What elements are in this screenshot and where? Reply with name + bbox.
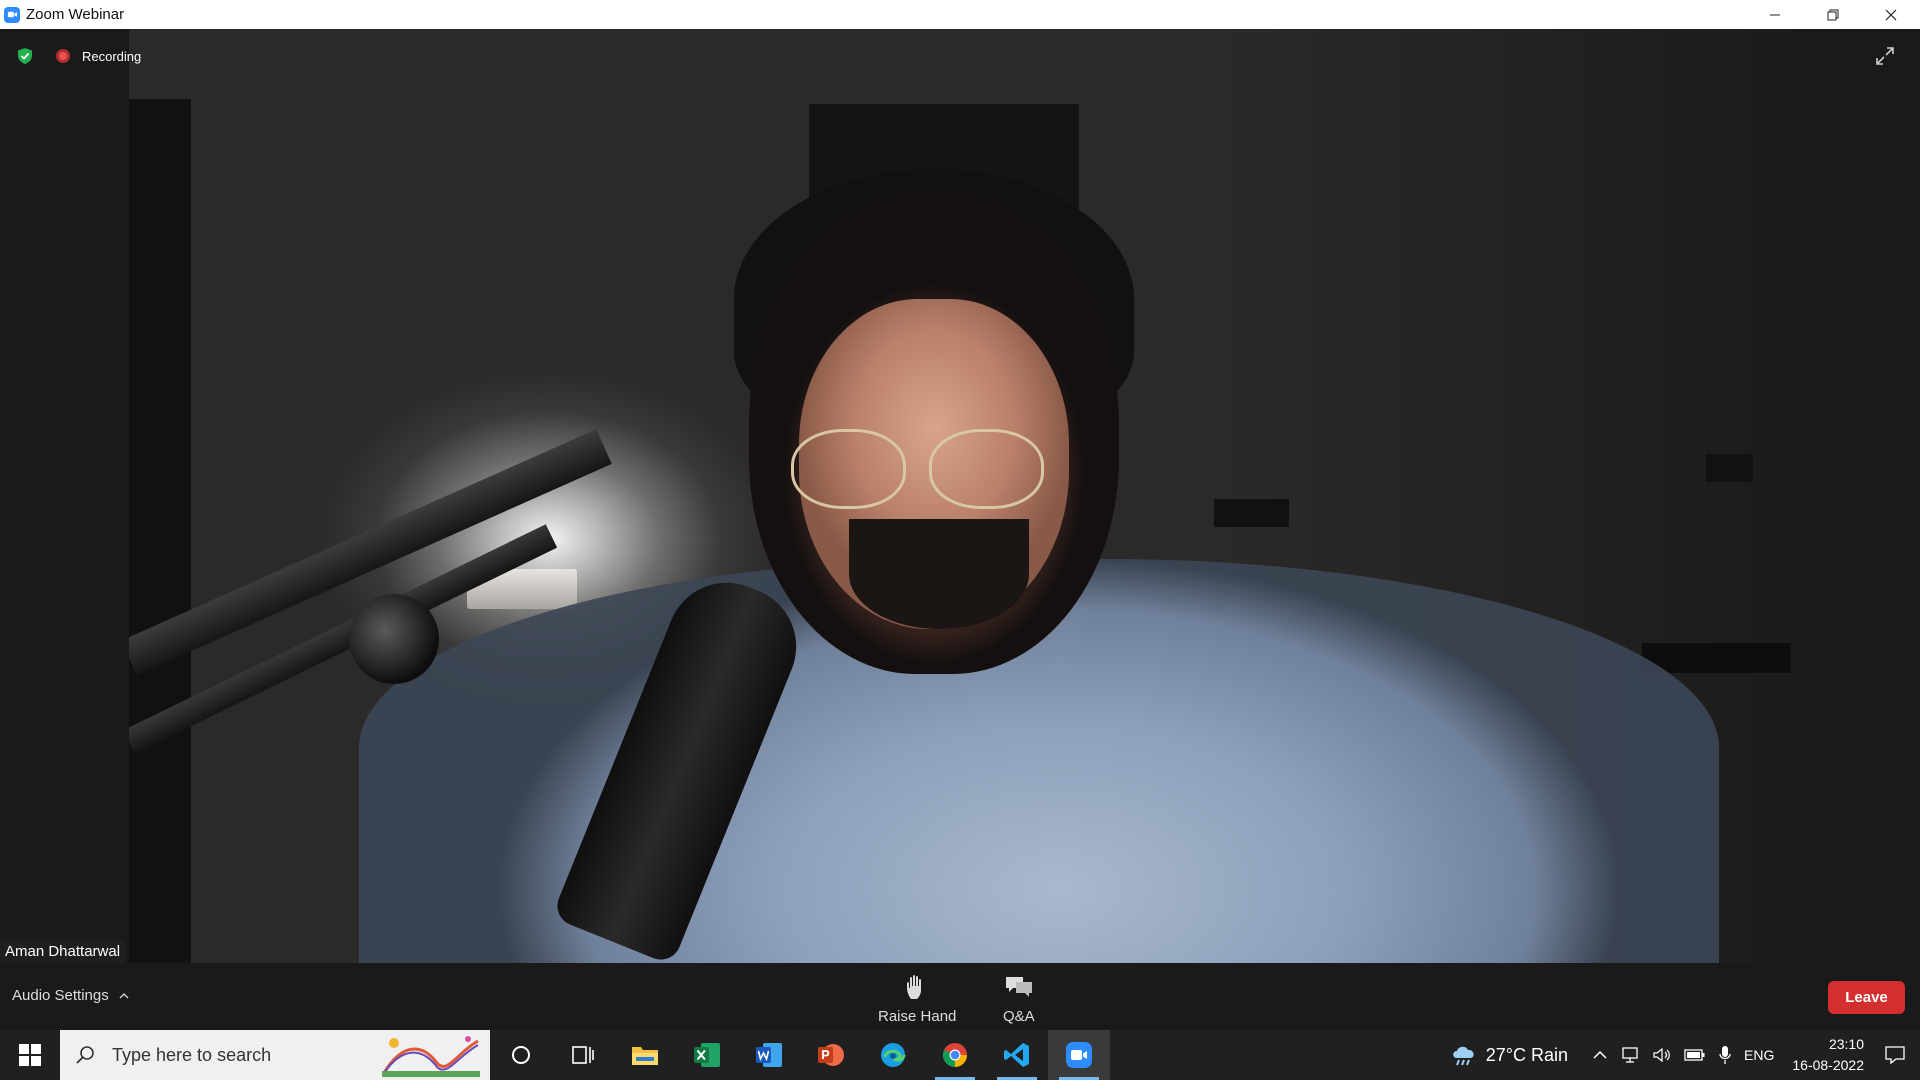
powerpoint-icon [818, 1044, 844, 1066]
volume-button[interactable] [1652, 1046, 1672, 1064]
taskbar-cortana[interactable] [490, 1030, 552, 1080]
system-tray: 27°C Rain ENG 23:10 16-08-2022 [1450, 1030, 1920, 1080]
raise-hand-label: Raise Hand [878, 1008, 957, 1025]
show-hidden-icons-button[interactable] [1592, 1050, 1608, 1060]
rain-cloud-icon [1453, 1046, 1474, 1066]
excel-icon [694, 1043, 720, 1067]
speaker-video[interactable] [129, 29, 1791, 963]
video-background-switch [1214, 499, 1289, 527]
close-icon [1885, 9, 1897, 20]
edge-icon [881, 1043, 906, 1067]
clock-time: 23:10 [1828, 1036, 1864, 1052]
taskbar-chrome[interactable] [924, 1030, 986, 1080]
action-center-button[interactable] [1884, 1045, 1906, 1065]
meeting-area: Recording Aman Dhattarwal [0, 29, 1920, 963]
taskbar-search[interactable]: Type here to search [60, 1030, 490, 1080]
video-background-shelf [1642, 643, 1791, 673]
task-view-icon [572, 1046, 594, 1064]
taskbar-zoom[interactable] [1048, 1030, 1110, 1080]
window-titlebar: Zoom Webinar [0, 0, 1920, 29]
search-placeholder: Type here to search [112, 1044, 272, 1065]
restore-button[interactable] [1804, 0, 1862, 29]
raise-hand-button[interactable]: Raise Hand [878, 973, 956, 1025]
taskbar-powerpoint[interactable] [800, 1030, 862, 1080]
start-button[interactable] [0, 1030, 60, 1080]
battery-icon [1684, 1049, 1705, 1061]
taskbar-file-explorer[interactable] [614, 1030, 676, 1080]
zoom-app-icon [4, 6, 20, 23]
taskbar-edge[interactable] [862, 1030, 924, 1080]
battery-button[interactable] [1684, 1048, 1706, 1062]
microphone-icon [1719, 1046, 1731, 1064]
fullscreen-icon[interactable] [1874, 45, 1896, 67]
input-language-button[interactable]: ENG [1744, 1047, 1774, 1063]
chevron-up-icon [1593, 1050, 1607, 1059]
zoom-icon [1066, 1042, 1092, 1068]
participant-name-tag: Aman Dhattarwal [0, 940, 126, 963]
close-button[interactable] [1862, 0, 1920, 29]
minimize-icon [1770, 14, 1780, 15]
video-background-switch [1706, 454, 1753, 482]
taskbar-excel[interactable] [676, 1030, 738, 1080]
network-button[interactable] [1620, 1046, 1640, 1064]
recording-label: Recording [82, 48, 142, 64]
folder-icon [632, 1047, 658, 1065]
notification-icon [1885, 1046, 1905, 1065]
leave-button[interactable]: Leave [1828, 981, 1905, 1014]
cortana-icon [512, 1046, 530, 1064]
minimize-button[interactable] [1746, 0, 1804, 29]
meeting-control-bar: Audio Settings Raise Hand Q&A Leave [0, 963, 1920, 1030]
vscode-icon [1004, 1043, 1029, 1067]
taskbar-word[interactable] [738, 1030, 800, 1080]
weather-label: 27°C Rain [1485, 1044, 1569, 1065]
search-highlight-rollercoaster-icon [382, 1033, 480, 1077]
chevron-up-icon [119, 992, 129, 999]
windows-logo-icon [19, 1044, 41, 1066]
taskbar-task-view[interactable] [552, 1030, 614, 1080]
restore-icon [1827, 9, 1839, 20]
chrome-icon [942, 1043, 967, 1067]
mic-arm-joint [349, 594, 439, 684]
network-icon [1622, 1047, 1638, 1063]
hand-icon [907, 975, 922, 999]
clock-date: 16-08-2022 [1792, 1057, 1864, 1073]
encryption-shield-icon[interactable] [16, 47, 34, 65]
audio-settings-button[interactable]: Audio Settings [12, 987, 129, 1004]
speaker-glasses-right [929, 429, 1044, 509]
taskbar-clock[interactable]: 23:10 16-08-2022 [1792, 1034, 1864, 1076]
volume-icon [1653, 1047, 1670, 1063]
search-icon [76, 1046, 94, 1064]
video-background-doorframe [129, 99, 191, 963]
word-icon [756, 1043, 782, 1067]
windows-taskbar: Type here to search 27°C Rain ENG 23:10 … [0, 1030, 1920, 1080]
audio-settings-label: Audio Settings [12, 987, 109, 1004]
weather-widget[interactable]: 27°C Rain [1450, 1043, 1568, 1067]
qa-button[interactable]: Q&A [1003, 973, 1035, 1025]
recording-indicator[interactable]: Recording [56, 44, 141, 68]
recording-dot-icon [56, 49, 70, 63]
qa-chat-icon [1005, 977, 1032, 997]
qa-label: Q&A [1003, 1008, 1035, 1025]
speaker-beard [849, 519, 1029, 629]
microphone-in-use-button[interactable] [1718, 1045, 1732, 1065]
window-title: Zoom Webinar [26, 6, 125, 23]
language-label: ENG [1744, 1047, 1775, 1063]
speaker-glasses-left [791, 429, 906, 509]
taskbar-vscode[interactable] [986, 1030, 1048, 1080]
